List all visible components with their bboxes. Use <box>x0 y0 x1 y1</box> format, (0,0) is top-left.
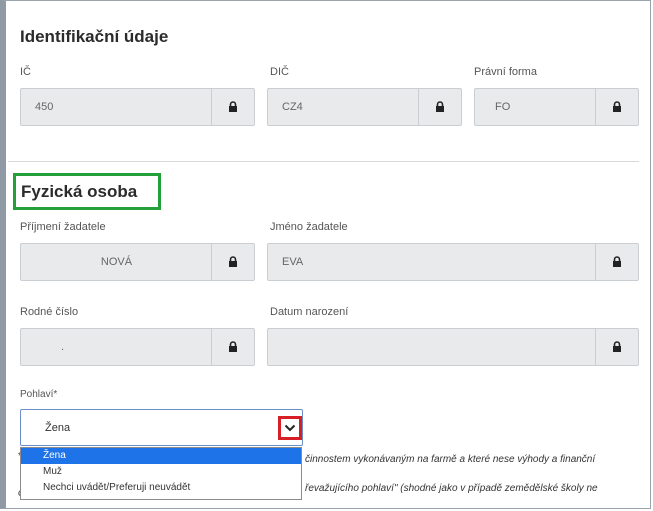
gender-options-list: Žena Muž Nechci uvádět/Preferuji neuvádě… <box>20 447 302 500</box>
lock-icon <box>418 89 461 125</box>
firstname-value: EVA <box>282 256 304 268</box>
birth-number-value: . <box>61 341 65 353</box>
section-title-identification: Identifikační údaje <box>20 27 169 46</box>
birth-number-field[interactable]: . <box>20 328 255 366</box>
firstname-field[interactable]: EVA <box>267 243 639 281</box>
legal-form-field[interactable]: FO <box>474 88 639 126</box>
dic-field[interactable]: CZ4 <box>267 88 462 126</box>
gender-option[interactable]: Muž <box>21 464 301 480</box>
lock-icon <box>595 244 638 280</box>
section-title-person: Fyzická osoba <box>21 182 138 201</box>
lock-icon <box>211 329 254 365</box>
info-note-clip: činnostem vykonávaným na farmě a které n… <box>303 450 643 505</box>
chevron-down-icon <box>284 424 296 432</box>
dic-label: DIČ <box>270 66 289 78</box>
gender-dropdown-toggle[interactable] <box>278 416 302 440</box>
birth-date-label: Datum narození <box>270 306 349 318</box>
legal-form-label: Právní forma <box>474 66 537 78</box>
ic-value: 450 <box>35 101 54 113</box>
birth-number-label: Rodné číslo <box>20 306 79 318</box>
surname-value: NOVÁ <box>100 256 133 268</box>
surname-label: Příjmení žadatele <box>20 221 106 233</box>
section-divider <box>8 161 639 162</box>
lock-icon <box>211 244 254 280</box>
gender-selected-value: Žena <box>45 422 71 434</box>
firstname-label: Jméno žadatele <box>270 221 348 233</box>
gender-option[interactable]: Nechci uvádět/Preferuji neuvádět <box>21 480 301 496</box>
ic-label: IČ <box>20 66 31 78</box>
surname-field[interactable]: NOVÁ <box>20 243 255 281</box>
gender-option[interactable]: Žena <box>21 448 301 464</box>
legal-form-value: FO <box>495 101 511 113</box>
gender-select[interactable]: Žena <box>20 409 303 446</box>
lock-icon <box>595 329 638 365</box>
birth-date-field[interactable] <box>267 328 639 366</box>
lock-icon <box>595 89 638 125</box>
dic-value: CZ4 <box>282 101 303 113</box>
highlight-box-green: Fyzická osoba <box>13 173 161 210</box>
gender-label: Pohlaví* <box>20 389 58 400</box>
lock-icon <box>211 89 254 125</box>
info-note-line-1: činnostem vykonávaným na farmě a které n… <box>305 454 596 465</box>
ic-field[interactable]: 450 <box>20 88 255 126</box>
info-note-line-2: řevažujícího pohlaví" (shodné jako v pří… <box>305 483 598 494</box>
